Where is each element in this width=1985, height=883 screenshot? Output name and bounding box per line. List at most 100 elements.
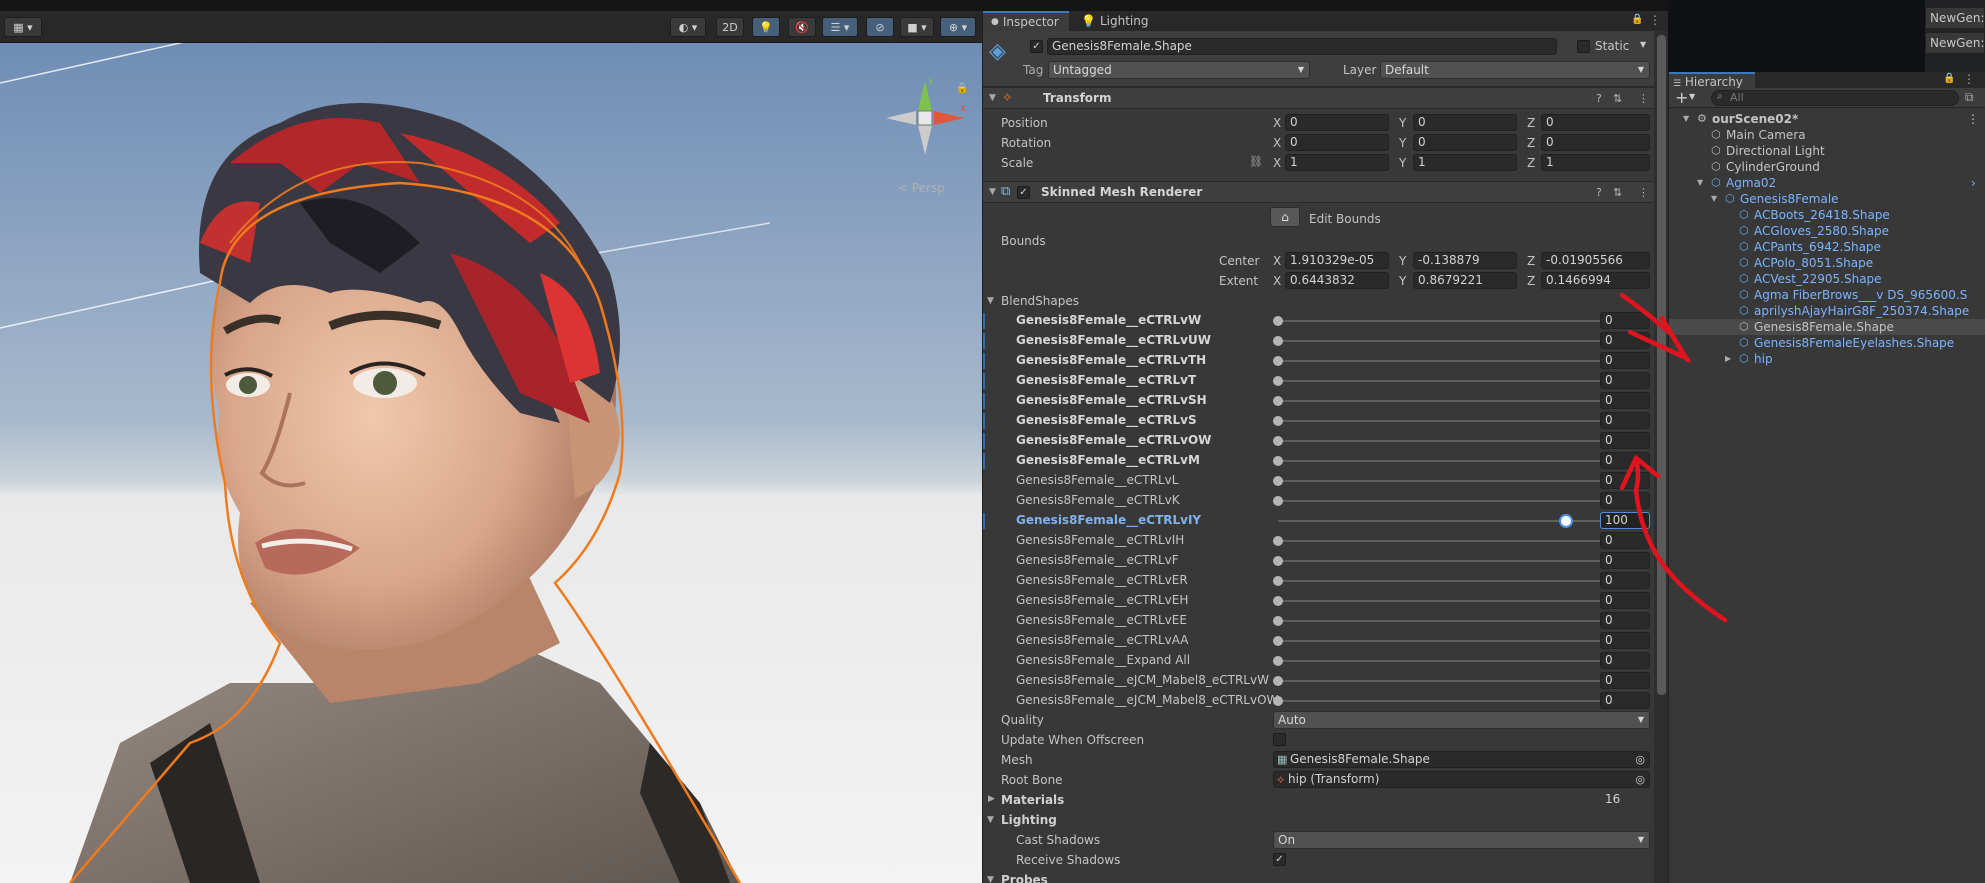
slider-handle[interactable] [1273,556,1283,566]
newgen-label[interactable]: NewGen: [1925,7,1985,29]
receive-shadows-checkbox[interactable]: ✓ [1273,853,1286,866]
blendshape-slider[interactable] [1278,660,1608,662]
blendshape-row[interactable]: Genesis8Female__eCTRLvF 0 [983,551,1654,571]
hierarchy-item[interactable]: ⬡ ACPants_6942.Shape [1669,239,1985,255]
blendshape-slider[interactable] [1278,340,1608,342]
blendshape-slider[interactable] [1278,400,1608,402]
blendshape-row[interactable]: Genesis8Female__eCTRLvSH 0 [983,391,1654,411]
more-icon[interactable]: ⋮ [1967,112,1979,126]
effects-toggle-icon[interactable]: ☰ ▾ [822,17,858,37]
blendshape-row[interactable]: Genesis8Female__eJCM_Mabel8_eCTRLvW 0 [983,671,1654,691]
lock-icon[interactable]: 🔒 [1943,73,1955,84]
viewport[interactable]: y x 🔒 < Persp [0,43,982,883]
layer-dropdown[interactable]: Default ▼ [1380,61,1650,79]
blendshapes-fold-icon[interactable]: ▼ [987,296,994,306]
slider-handle[interactable] [1273,416,1283,426]
lock-icon[interactable]: 🔒 [956,83,968,94]
hierarchy-item[interactable]: ▼ ⬡ Agma02 › [1669,175,1985,191]
more-icon[interactable]: ⋮ [1963,72,1975,86]
slider-handle[interactable] [1273,496,1283,506]
blendshape-slider[interactable] [1278,580,1608,582]
rotation-z-field[interactable]: 0 [1541,134,1650,151]
update-offscreen-checkbox[interactable] [1273,733,1286,746]
slider-handle[interactable] [1273,596,1283,606]
object-name-field[interactable]: Genesis8Female.Shape [1047,38,1557,55]
more-icon[interactable]: ⋮ [1638,186,1649,199]
extent-x-field[interactable]: 0.6443832 [1285,272,1389,289]
hierarchy-item[interactable]: ⬡ Directional Light [1669,143,1985,159]
slider-handle[interactable] [1273,636,1283,646]
slider-handle[interactable] [1273,656,1283,666]
hierarchy-item[interactable]: ⬡ CylinderGround [1669,159,1985,175]
mode-2d-button[interactable]: 2D [716,17,744,37]
help-icon[interactable]: ? [1596,186,1602,199]
slider-handle[interactable] [1273,316,1283,326]
edit-bounds-icon[interactable]: ⌂ [1270,207,1300,227]
add-icon[interactable]: + [1675,88,1688,107]
slider-handle[interactable] [1273,376,1283,386]
slider-handle[interactable] [1273,356,1283,366]
hierarchy-item[interactable]: ⬡ ACBoots_26418.Shape [1669,207,1985,223]
lock-icon[interactable]: 🔒 [1631,14,1643,25]
scale-z-field[interactable]: 1 [1541,154,1650,171]
slider-handle[interactable] [1273,336,1283,346]
rotation-y-field[interactable]: 0 [1413,134,1517,151]
camera-settings-icon[interactable]: ■ ▾ [900,17,934,37]
blendshape-slider[interactable] [1278,640,1608,642]
scale-x-field[interactable]: 1 [1285,154,1389,171]
persp-label[interactable]: < Persp [898,181,945,195]
blendshape-slider[interactable] [1278,420,1608,422]
tag-dropdown[interactable]: Untagged ▼ [1048,61,1310,79]
blendshape-row[interactable]: Genesis8Female__eCTRLvIH 0 [983,531,1654,551]
slider-handle[interactable] [1273,436,1283,446]
smr-header[interactable]: ▼ ⧉ ✓ Skinned Mesh Renderer ? ⇅ ⋮ [983,181,1654,203]
slider-handle[interactable] [1273,536,1283,546]
blendshape-row[interactable]: Genesis8Female__eCTRLvIY 100 [983,511,1654,531]
static-checkbox[interactable] [1577,40,1590,53]
more-icon[interactable]: ⋮ [1638,92,1649,105]
blendshape-row[interactable]: Genesis8Female__eCTRLvER 0 [983,571,1654,591]
quality-dropdown[interactable]: Auto ▼ [1273,711,1650,729]
lighting-fold-icon[interactable]: ▼ [987,815,994,825]
shading-mode-button[interactable]: ◐ ▾ [670,17,706,37]
mesh-field[interactable]: ▦ Genesis8Female.Shape ◎ [1273,751,1650,768]
materials-label[interactable]: Materials [1001,793,1064,807]
blendshape-slider[interactable] [1278,320,1608,322]
root-bone-field[interactable]: ⟡ hip (Transform) ◎ [1273,771,1650,788]
blendshape-slider[interactable] [1278,680,1608,682]
center-y-field[interactable]: -0.138879 [1413,252,1517,269]
blendshape-row[interactable]: Genesis8Female__eCTRLvS 0 [983,411,1654,431]
object-picker-icon[interactable]: ◎ [1635,752,1645,767]
blendshape-row[interactable]: Genesis8Female__eCTRLvUW 0 [983,331,1654,351]
blendshape-slider[interactable] [1278,480,1608,482]
active-checkbox[interactable]: ✓ [1030,40,1043,53]
scene-view[interactable]: ⋮ ▦ ▾ ◐ ▾ 2D 💡 🔇 ☰ ▾ ⊘ ■ ▾ ⊕ ▾ [0,11,982,883]
gizmo-toggle-button[interactable]: ▦ ▾ [4,17,42,37]
slider-handle[interactable] [1273,476,1283,486]
preset-icon[interactable]: ⇅ [1613,92,1622,105]
blendshape-slider[interactable] [1278,380,1608,382]
newgen-label[interactable]: NewGen: [1925,32,1985,54]
blendshape-row[interactable]: Genesis8Female__eCTRLvW 0 [983,311,1654,331]
position-z-field[interactable]: 0 [1541,114,1650,131]
blendshape-value-field[interactable]: 0 [1600,652,1650,669]
cast-shadows-dropdown[interactable]: On ▼ [1273,831,1650,849]
blendshape-slider[interactable] [1278,360,1608,362]
lighting-section-label[interactable]: Lighting [1001,813,1057,827]
position-y-field[interactable]: 0 [1413,114,1517,131]
blendshape-row[interactable]: Genesis8Female__eCTRLvEH 0 [983,591,1654,611]
blendshape-slider[interactable] [1278,620,1608,622]
position-x-field[interactable]: 0 [1285,114,1389,131]
blendshape-row[interactable]: Genesis8Female__eJCM_Mabel8_eCTRLvOW 0 [983,691,1654,711]
blendshape-slider[interactable] [1278,460,1608,462]
blendshape-value-field[interactable]: 0 [1600,632,1650,649]
tab-hierarchy[interactable]: ☰ Hierarchy [1669,72,1755,89]
object-picker-icon[interactable]: ◎ [1635,772,1645,787]
blendshape-row[interactable]: Genesis8Female__eCTRLvT 0 [983,371,1654,391]
hierarchy-item[interactable]: ⬡ Main Camera [1669,127,1985,143]
blendshape-row[interactable]: Genesis8Female__Expand All 0 [983,651,1654,671]
slider-handle[interactable] [1273,456,1283,466]
extent-y-field[interactable]: 0.8679221 [1413,272,1517,289]
fold-arrow-icon[interactable]: ▼ [1711,194,1717,203]
chevron-down-icon[interactable]: ▼ [1689,92,1695,101]
